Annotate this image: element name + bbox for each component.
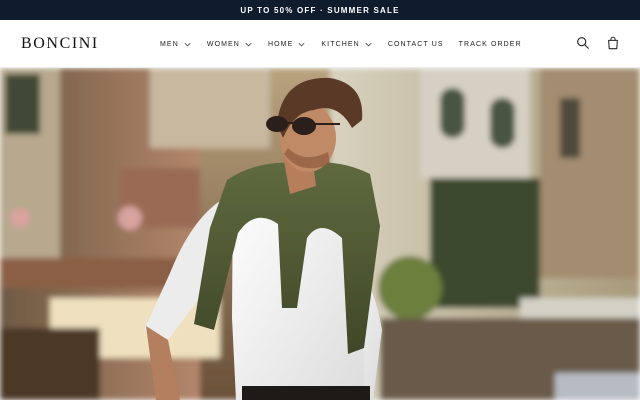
hero-banner[interactable] [0,68,640,400]
nav-item-contact-us[interactable]: CONTACT US [388,41,444,48]
site-header: BONCINI MEN WOMEN HOME KITCHEN CONTACT U… [0,20,640,68]
nav-item-track-order[interactable]: TRACK ORDER [459,41,522,48]
main-nav: MEN WOMEN HOME KITCHEN CONTACT US TRACK … [160,20,537,68]
hero-image [0,68,640,400]
header-icons [576,36,620,50]
nav-label: HOME [267,40,294,48]
search-icon[interactable] [576,36,590,50]
chevron-down-icon [365,42,372,46]
nav-label: KITCHEN [321,40,360,48]
nav-label: WOMEN [206,40,240,48]
announcement-text: UP TO 50% OFF · SUMMER SALE [240,5,400,15]
nav-item-kitchen[interactable]: KITCHEN [321,40,372,49]
nav-label: MEN [160,40,179,48]
brand-logo[interactable]: BONCINI [21,35,99,53]
chevron-down-icon [245,42,252,46]
nav-item-women[interactable]: WOMEN [207,40,253,49]
shopping-bag-icon[interactable] [606,36,620,50]
announcement-bar: UP TO 50% OFF · SUMMER SALE [0,0,640,20]
nav-label: CONTACT US [387,40,444,48]
chevron-down-icon [298,42,305,46]
nav-label: TRACK ORDER [458,40,522,48]
nav-item-men[interactable]: MEN [160,40,192,49]
nav-item-home[interactable]: HOME [268,40,306,49]
chevron-down-icon [184,42,191,46]
